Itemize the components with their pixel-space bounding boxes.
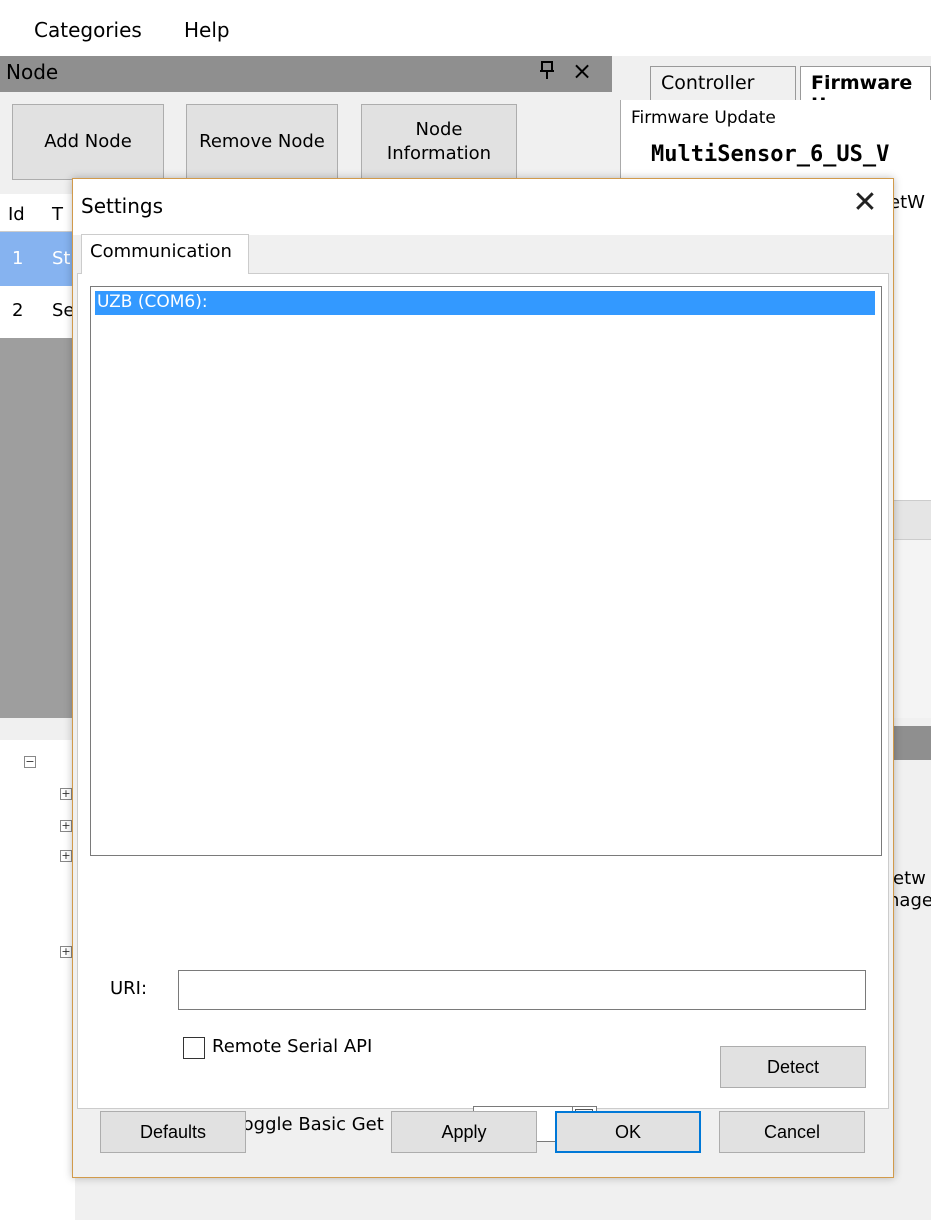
menu-categories[interactable]: Categories — [34, 18, 142, 42]
app-window: Categories Help Node × Add Node Remove N… — [0, 0, 931, 1220]
firmware-group-label: Firmware Update — [631, 108, 776, 128]
node-panel-title: Node — [6, 60, 59, 84]
remote-serial-label: Remote Serial API — [212, 1036, 373, 1057]
detect-button[interactable]: Detect — [720, 1046, 866, 1088]
defaults-button[interactable]: Defaults — [100, 1111, 246, 1153]
collapse-icon[interactable]: − — [24, 756, 36, 768]
uri-label: URI: — [110, 978, 148, 999]
menu-help[interactable]: Help — [184, 18, 230, 42]
close-icon[interactable]: × — [572, 57, 592, 85]
tab-controller[interactable]: Controller — [650, 66, 796, 100]
tab-firmware[interactable]: Firmware U — [800, 66, 931, 116]
firmware-file-name: MultiSensor_6_US_V — [651, 142, 890, 167]
add-node-button[interactable]: Add Node — [12, 104, 164, 180]
remove-node-button[interactable]: Remove Node — [186, 104, 338, 180]
ok-button[interactable]: OK — [555, 1111, 701, 1153]
communication-tab-page: UZB (COM6): URI: Remote Serial API Detec… — [77, 273, 889, 1142]
list-item[interactable]: UZB (COM6): — [95, 291, 875, 315]
expand-icon[interactable]: + — [60, 820, 72, 832]
cancel-button[interactable]: Cancel — [719, 1111, 865, 1153]
port-list[interactable]: UZB (COM6): — [90, 286, 882, 856]
node-information-button[interactable]: Node Information — [361, 104, 517, 180]
row-id: 1 — [12, 248, 24, 269]
row-id: 2 — [12, 300, 24, 321]
column-header-id: Id — [8, 204, 25, 225]
expand-icon[interactable]: + — [60, 850, 72, 862]
grid-empty-area — [0, 338, 75, 718]
column-header-type: T — [52, 204, 63, 225]
remote-serial-checkbox[interactable] — [183, 1037, 205, 1059]
pin-icon[interactable] — [540, 59, 554, 86]
uri-input[interactable] — [178, 970, 866, 1010]
expand-icon[interactable]: + — [60, 946, 72, 958]
right-text-fragment: nage — [888, 890, 931, 911]
apply-button[interactable]: Apply — [391, 1111, 537, 1153]
dialog-title-bar: Settings ✕ — [73, 179, 893, 235]
settings-dialog: Settings ✕ Communication UZB (COM6): URI… — [72, 178, 894, 1178]
menu-bar: Categories Help — [0, 0, 931, 56]
node-tree: − + + + + — [0, 740, 75, 1220]
table-row[interactable]: 2 Se — [0, 286, 75, 338]
table-row[interactable]: 1 St — [0, 232, 75, 286]
close-icon[interactable]: ✕ — [845, 185, 885, 220]
node-panel-header: Node × — [0, 56, 612, 92]
row-type: St — [52, 248, 71, 269]
right-text-fragment: etW — [889, 192, 925, 213]
dialog-title: Settings — [81, 194, 164, 218]
expand-icon[interactable]: + — [60, 788, 72, 800]
tab-communication[interactable]: Communication — [81, 234, 249, 274]
node-grid-header: Id T — [0, 194, 75, 232]
